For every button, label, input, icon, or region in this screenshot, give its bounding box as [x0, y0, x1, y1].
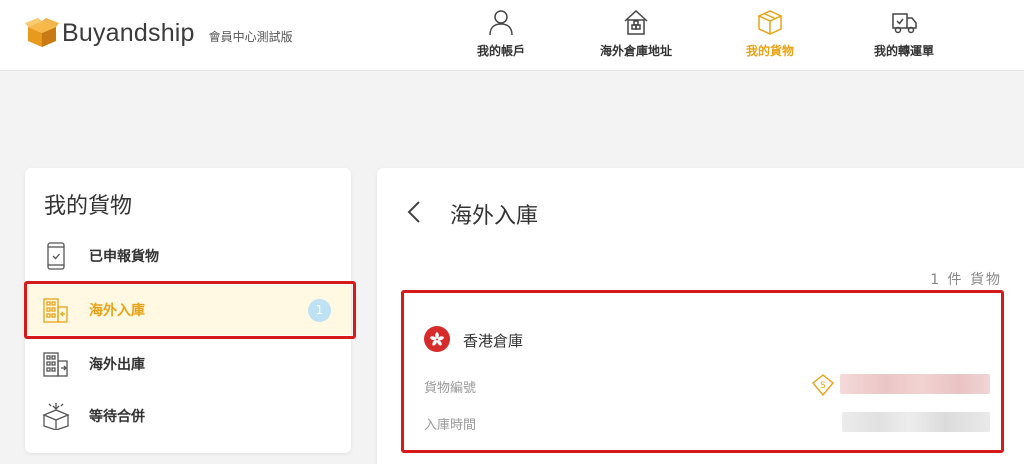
sidebar-item-label: 等待合併 — [89, 409, 145, 425]
page-title: 海外入庫 — [450, 204, 539, 229]
sidebar-item-label: 海外出庫 — [89, 357, 145, 373]
box-merge-icon — [42, 403, 70, 430]
sidebar-item-awaiting-consolidation[interactable]: 等待合併 — [25, 391, 351, 441]
delivery-truck-icon — [892, 13, 917, 34]
brand-name: Buyandship — [62, 18, 195, 47]
brand-subtitle: 會員中心測試版 — [208, 29, 293, 44]
nav-warehouse-address[interactable]: 海外倉庫地址 — [581, 8, 691, 59]
nav-my-account[interactable]: 我的帳戶 — [446, 8, 556, 59]
goods-card[interactable]: 香港倉庫 貨物編號 S 入庫時間 — [402, 292, 1002, 452]
super-badge-icon: S — [812, 374, 834, 396]
sidebar-title: 我的貨物 — [44, 194, 133, 219]
warehouse-in-icon — [43, 298, 68, 323]
warehouse-name: 香港倉庫 — [463, 332, 524, 350]
count-badge: 1 — [308, 299, 331, 322]
inbound-time-label: 入庫時間 — [424, 418, 477, 433]
sidebar-panel: 我的貨物 已申報貨物 海外入庫 1 海外出庫 等待合併 — [25, 168, 351, 453]
nav-label: 我的貨物 — [745, 44, 794, 58]
user-icon — [489, 10, 513, 36]
hong-kong-flag-icon — [424, 326, 450, 352]
sidebar-item-label: 已申報貨物 — [89, 249, 159, 265]
phone-check-icon — [47, 242, 65, 270]
package-icon — [757, 10, 783, 35]
brand-logo[interactable]: Buyandship 會員中心測試版 — [25, 18, 293, 48]
sidebar-item-overseas-inbound[interactable]: 海外入庫 1 — [25, 285, 351, 335]
box-logo-icon — [25, 18, 59, 47]
sidebar-item-label: 海外入庫 — [89, 303, 145, 319]
redacted-goods-number — [840, 374, 990, 394]
house-icon — [624, 9, 648, 35]
goods-number-label: 貨物編號 — [424, 381, 477, 396]
top-navigation-bar: Buyandship 會員中心測試版 我的帳戶 海外倉庫地址 我的貨物 我的轉運… — [0, 0, 1024, 71]
sidebar-item-overseas-outbound[interactable]: 海外出庫 — [25, 339, 351, 389]
nav-label: 我的帳戶 — [476, 44, 525, 58]
nav-my-shipments[interactable]: 我的轉運單 — [849, 8, 959, 59]
nav-label: 我的轉運單 — [873, 44, 934, 58]
svg-text:S: S — [820, 381, 826, 391]
main-panel: 海外入庫 1 件 貨物 香港倉庫 貨物編號 S 入庫時間 — [377, 168, 1024, 464]
sidebar-item-declared-goods[interactable]: 已申報貨物 — [25, 231, 351, 281]
redacted-inbound-time — [842, 412, 990, 432]
chevron-left-icon[interactable] — [403, 198, 425, 226]
nav-label: 海外倉庫地址 — [599, 44, 672, 58]
nav-my-goods[interactable]: 我的貨物 — [715, 8, 825, 59]
goods-count: 1 件 貨物 — [930, 272, 1002, 288]
warehouse-out-icon — [43, 352, 68, 377]
